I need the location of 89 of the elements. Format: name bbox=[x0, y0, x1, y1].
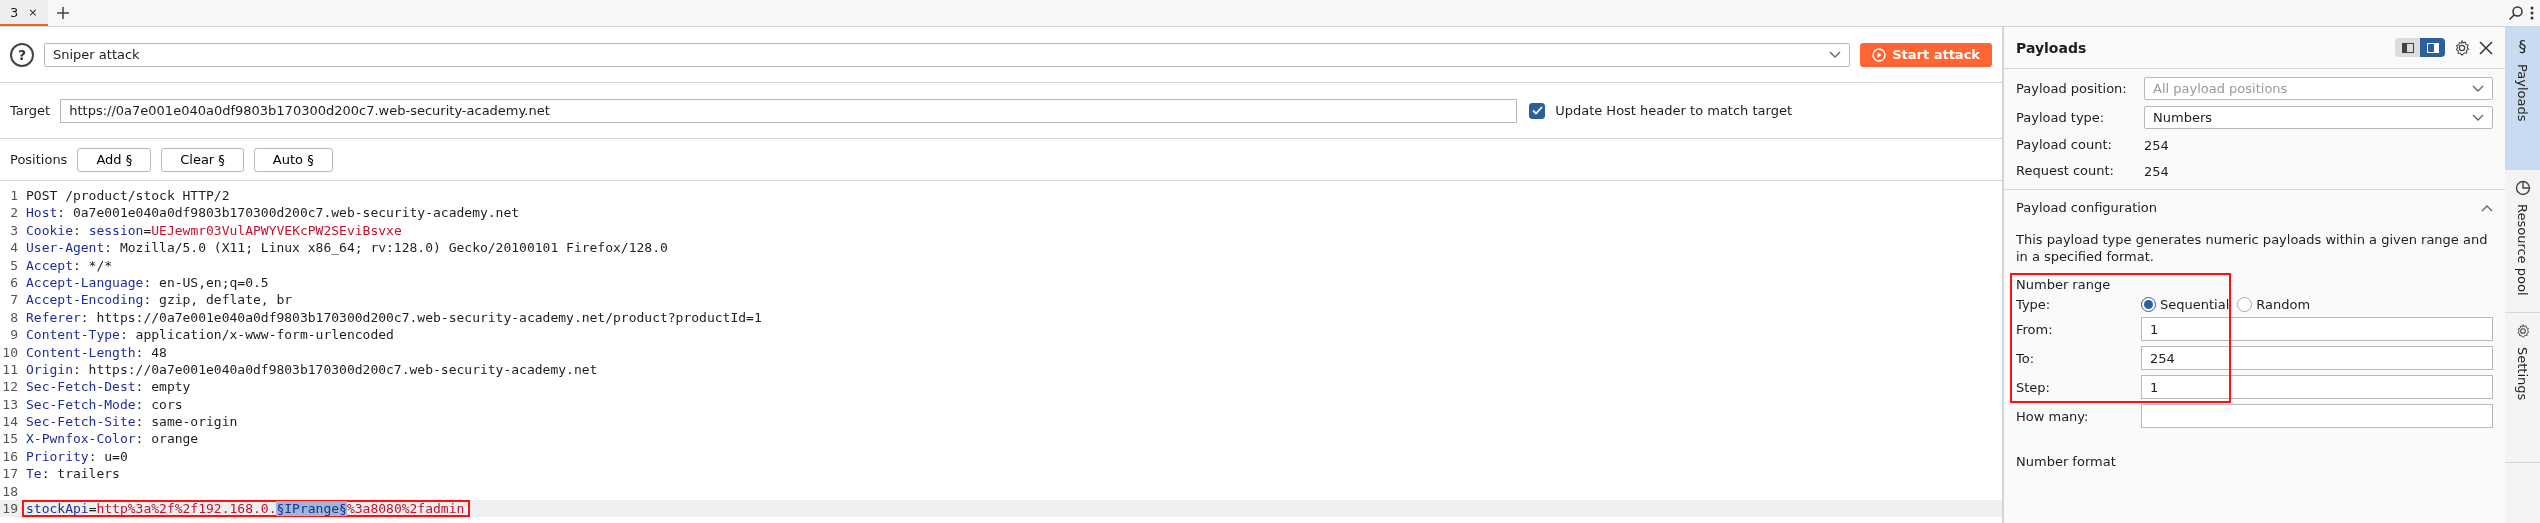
line-number: 10 bbox=[1, 343, 19, 361]
field-label: From: bbox=[2016, 321, 2054, 337]
code-line: Content-Type: application/x-www-form-urlencoded bbox=[25, 326, 395, 344]
dropdown-icon[interactable] bbox=[1829, 50, 1842, 59]
plus-icon bbox=[55, 6, 70, 20]
line-number: 17 bbox=[1, 465, 19, 483]
line-number: 3 bbox=[9, 221, 19, 240]
code-line: Content-Length: 48 bbox=[25, 343, 168, 361]
position-button[interactable]: Clear § bbox=[161, 147, 244, 172]
panel-title: Payloads bbox=[2016, 39, 2088, 56]
line-number: 11 bbox=[1, 360, 19, 379]
line-number: 18 bbox=[1, 482, 19, 501]
line-number: 2 bbox=[9, 204, 19, 222]
radio-option[interactable]: Sequential bbox=[2141, 297, 2230, 312]
description: This payload type generates numeric payloads within a given range and in a specified format. bbox=[2016, 231, 2489, 265]
layout-icon bbox=[2426, 42, 2439, 53]
line-number: 16 bbox=[1, 447, 19, 466]
dropdown-icon[interactable] bbox=[2472, 113, 2484, 122]
positions-label: Positions bbox=[10, 152, 68, 167]
side-tab[interactable]: § Payloads bbox=[2505, 27, 2540, 170]
line-number: 6 bbox=[9, 273, 19, 292]
number-field[interactable]: 1 bbox=[2141, 375, 2493, 399]
settings-icon[interactable] bbox=[2453, 38, 2471, 57]
position-button[interactable]: Auto § bbox=[253, 147, 333, 172]
line-number: 14 bbox=[1, 413, 19, 431]
field-label: Payload type: bbox=[2016, 110, 2106, 125]
target-field[interactable]: https://0a7e001e040a0df9803b170300d200c7.web-security-academy.net bbox=[60, 98, 1518, 123]
code-line: X-Pwnfox-Color: orange bbox=[25, 430, 200, 448]
section-title: Payload configuration bbox=[2016, 200, 2158, 215]
count-value: 254 bbox=[2144, 163, 2170, 179]
count-label: Request count: bbox=[2016, 162, 2115, 180]
code-line: Sec-Fetch-Dest: empty bbox=[25, 378, 192, 396]
section-sign-icon: § bbox=[2518, 37, 2527, 56]
section-title: Number range bbox=[2016, 277, 2112, 292]
line-number: 7 bbox=[9, 291, 19, 309]
tab[interactable]: 3 × bbox=[0, 0, 48, 26]
close-icon[interactable] bbox=[2479, 40, 2493, 55]
code-line: Accept: */* bbox=[25, 256, 114, 274]
position-button[interactable]: Add § bbox=[77, 147, 152, 172]
type-label: Type: bbox=[2016, 297, 2052, 312]
code-line: Origin: https://0a7e001e040a0df9803b170300d200c7.web-security-academy.net bbox=[25, 360, 599, 379]
code-line: Sec-Fetch-Mode: cors bbox=[25, 395, 184, 414]
field-label: Payload position: bbox=[2016, 81, 2128, 96]
checkbox[interactable] bbox=[1529, 102, 1546, 119]
line-number: 12 bbox=[1, 378, 19, 396]
code-line: User-Agent: Mozilla/5.0 (X11; Linux x86_64; rv:128.0) Gecko/20100101 Firefox/128.0 bbox=[25, 239, 669, 257]
line-number: 8 bbox=[9, 308, 19, 327]
code-line: Priority: u=0 bbox=[25, 447, 129, 466]
help-button[interactable]: ? bbox=[10, 42, 34, 67]
code-line: Te: trailers bbox=[25, 465, 121, 483]
layout-toggle[interactable] bbox=[2420, 38, 2445, 57]
number-field[interactable]: 1 bbox=[2141, 317, 2493, 341]
side-tab[interactable]: Settings bbox=[2505, 313, 2540, 463]
target-label: Target bbox=[10, 103, 51, 118]
field-label: Step: bbox=[2016, 379, 2051, 395]
code-line: Accept-Encoding: gzip, deflate, br bbox=[25, 291, 294, 309]
side-tab[interactable]: Resource pool bbox=[2505, 170, 2540, 313]
line-number: 1 bbox=[9, 187, 19, 205]
code-line: Accept-Language: en-US,en;q=0.5 bbox=[25, 273, 270, 292]
number-field[interactable]: 254 bbox=[2141, 346, 2493, 370]
layout-toggle[interactable] bbox=[2395, 38, 2420, 57]
layout-icon bbox=[2401, 42, 2414, 53]
field-label: To: bbox=[2016, 350, 2036, 366]
collapse-icon[interactable] bbox=[2481, 203, 2493, 212]
count-value: 254 bbox=[2144, 137, 2170, 153]
number-field[interactable] bbox=[2141, 404, 2493, 428]
count-label: Payload count: bbox=[2016, 136, 2113, 154]
more-icon[interactable] bbox=[2530, 5, 2534, 21]
code-line: POST /product/stock HTTP/2 bbox=[25, 187, 231, 205]
code-line: Sec-Fetch-Site: same-origin bbox=[25, 413, 239, 431]
attack-type-select[interactable]: Sniper attack bbox=[44, 42, 1851, 67]
line-number: 19 bbox=[1, 500, 19, 518]
line-number: 5 bbox=[9, 256, 19, 274]
code-line: Host: 0a7e001e040a0df9803b170300d200c7.web-security-academy.net bbox=[25, 204, 521, 222]
code-line: Cookie: session=UEJewmr03VulAPWYVEKcPW2SEviBsvxe bbox=[25, 221, 403, 240]
checkbox-label: Update Host header to match target bbox=[1555, 103, 1792, 118]
line-number: 9 bbox=[9, 326, 19, 344]
payload-type-select[interactable]: Numbers bbox=[2144, 106, 2493, 129]
line-number: 4 bbox=[9, 239, 19, 257]
field-label: How many: bbox=[2016, 408, 2090, 424]
line-number: 15 bbox=[1, 430, 19, 448]
pie-chart-icon bbox=[2514, 180, 2531, 196]
section-title: Number format bbox=[2016, 454, 2117, 469]
radio-option[interactable]: Random bbox=[2237, 297, 2311, 312]
play-icon bbox=[1872, 47, 1887, 62]
search-icon[interactable] bbox=[2508, 5, 2524, 21]
gear-icon[interactable] bbox=[2514, 323, 2531, 339]
line-number: 13 bbox=[1, 395, 19, 414]
code-line: Referer: https://0a7e001e040a0df9803b170300d200c7.web-security-academy.net/product?productId=1 bbox=[25, 308, 763, 327]
